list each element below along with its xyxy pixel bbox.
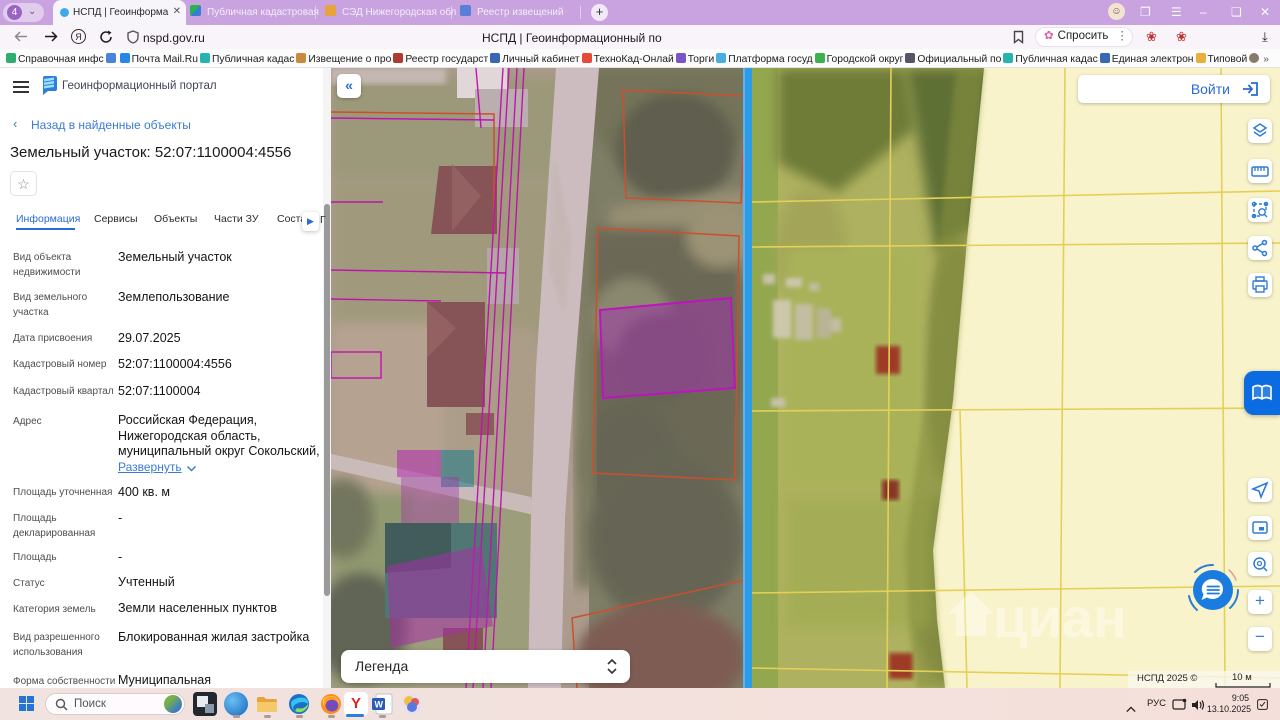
svg-text:циан: циан [993,586,1127,649]
svg-text:W: W [375,700,384,710]
